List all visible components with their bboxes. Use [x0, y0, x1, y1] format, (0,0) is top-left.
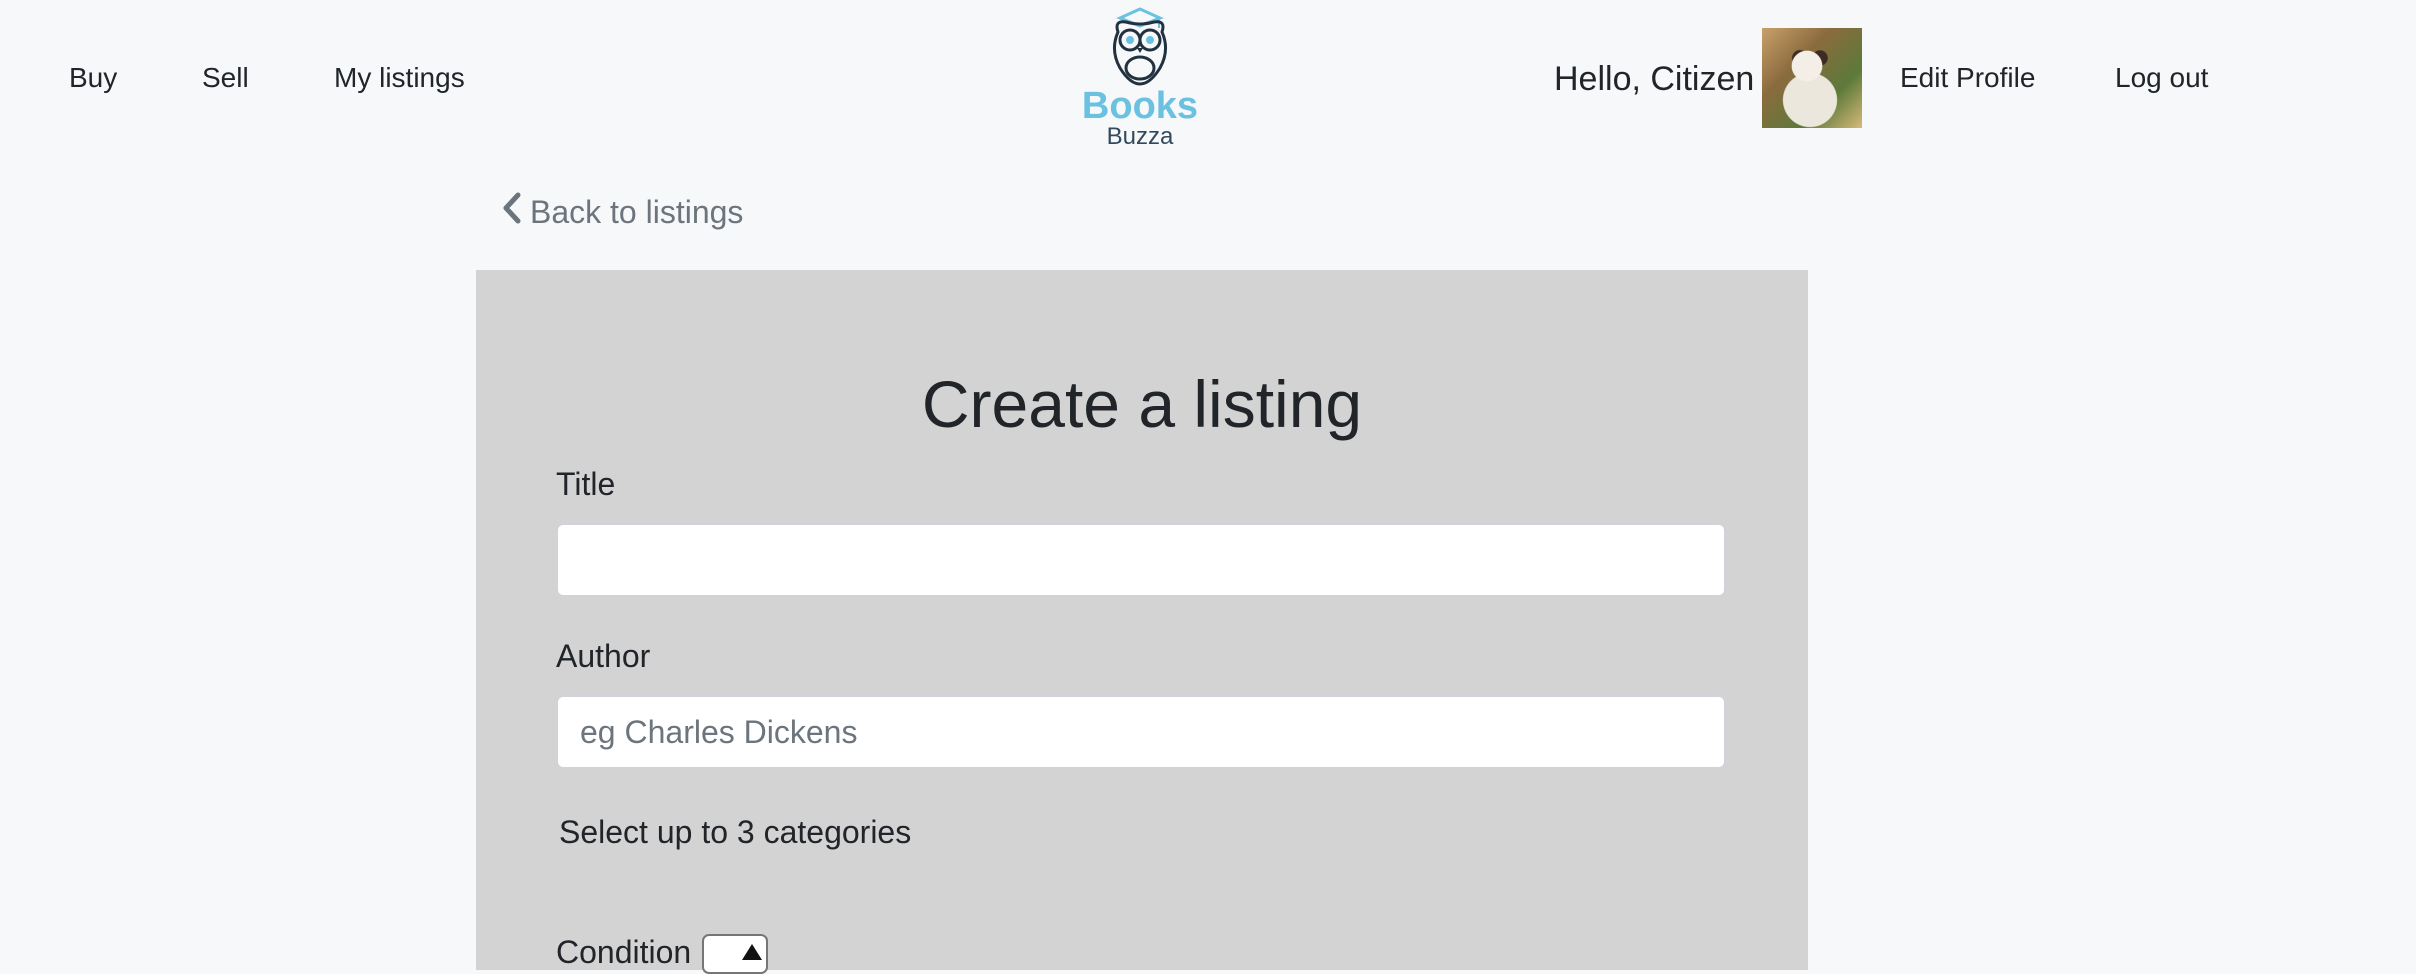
condition-select[interactable]	[702, 934, 768, 974]
title-label: Title	[556, 466, 616, 502]
logout-link[interactable]: Log out	[2115, 62, 2208, 94]
chevron-left-icon	[502, 192, 522, 232]
logo-wordmark: Books	[1081, 85, 1199, 127]
avatar[interactable]	[1762, 28, 1862, 128]
categories-label: Select up to 3 categories	[559, 814, 912, 850]
title-input[interactable]	[557, 524, 1725, 596]
edit-profile-link[interactable]: Edit Profile	[1900, 62, 2035, 94]
chevron-up-icon	[742, 944, 762, 960]
nav-buy-link[interactable]: Buy	[69, 62, 117, 94]
back-label: Back to listings	[530, 193, 744, 230]
brand-logo[interactable]: Books Buzza	[1070, 6, 1210, 150]
user-greeting: Hello, Citizen	[1554, 60, 1755, 98]
owl-icon	[1070, 6, 1210, 86]
author-input[interactable]	[557, 696, 1725, 768]
author-label: Author	[556, 638, 651, 674]
back-to-listings-link[interactable]: Back to listings	[502, 192, 743, 232]
logo-subtitle: Buzza	[1106, 123, 1174, 150]
condition-label: Condition	[556, 934, 692, 970]
page-title: Create a listing	[921, 367, 1363, 441]
nav-my-listings-link[interactable]: My listings	[334, 62, 465, 94]
nav-sell-link[interactable]: Sell	[202, 62, 249, 94]
create-listing-card: Create a listing Title Author Select up …	[476, 270, 1808, 974]
